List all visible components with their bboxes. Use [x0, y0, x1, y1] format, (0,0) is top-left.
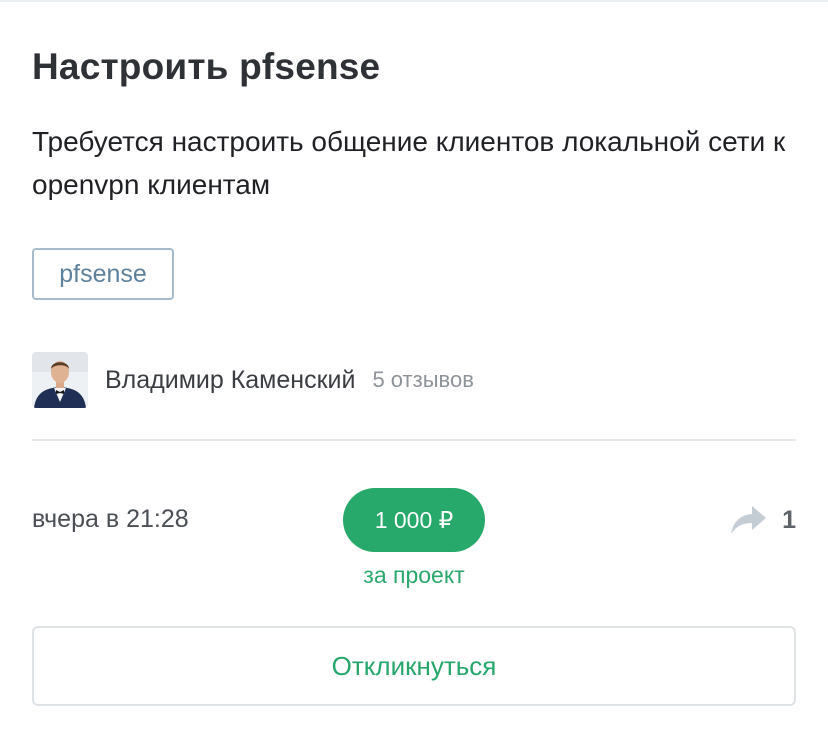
- price-note: за проект: [363, 562, 465, 588]
- author-reviews-link[interactable]: 5 отзывов: [372, 367, 473, 393]
- author-row: Владимир Каменский 5 отзывов: [32, 352, 474, 408]
- user-avatar-photo-icon: [32, 352, 88, 408]
- price-badge: 1 000 ₽: [343, 488, 485, 552]
- tag-pfsense[interactable]: pfsense: [32, 248, 174, 300]
- section-divider: [32, 439, 796, 441]
- respond-button[interactable]: Откликнуться: [32, 626, 796, 706]
- share-arrow-icon: [731, 506, 767, 534]
- posted-date: вчера в 21:28: [32, 505, 189, 533]
- author-name[interactable]: Владимир Каменский: [105, 366, 355, 395]
- avatar[interactable]: [32, 352, 88, 408]
- share-count: 1: [782, 505, 796, 534]
- task-card: Настроить pfsense Требуется настроить об…: [32, 0, 796, 741]
- task-title[interactable]: Настроить pfsense: [32, 46, 380, 88]
- share-button[interactable]: 1: [730, 500, 796, 540]
- task-description: Требуется настроить общение клиентов лок…: [32, 126, 786, 200]
